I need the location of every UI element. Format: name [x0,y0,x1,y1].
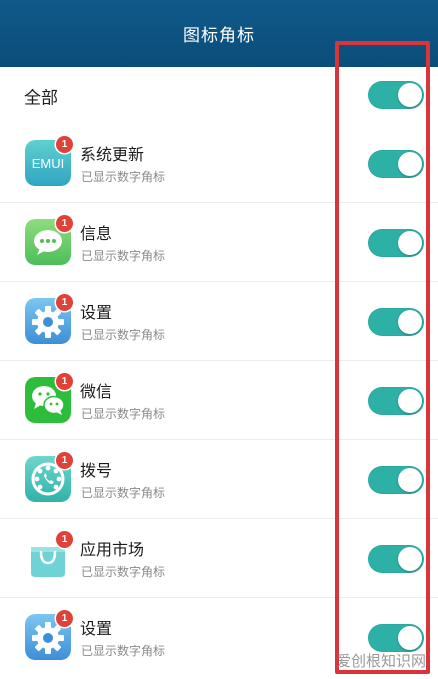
app-row-wechat[interactable]: 1 微信 已显示数字角标 [0,361,438,440]
app-row-app-market[interactable]: 1 应用市场 已显示数字角标 [0,519,438,598]
notification-badge: 1 [56,215,73,232]
toggle-knob [398,389,422,413]
badge-toggle[interactable] [368,545,424,573]
watermark: 爱创根知识网 [335,652,426,670]
notification-badge: 1 [56,373,73,390]
all-apps-toggle[interactable] [368,81,424,109]
app-row-system-update[interactable]: EMUI 1 系统更新 已显示数字角标 [0,124,438,203]
notification-badge: 1 [56,531,73,548]
app-row-dialer[interactable]: 1 拨号 已显示数字角标 [0,440,438,519]
all-apps-row[interactable]: 全部 [0,67,438,125]
badge-toggle[interactable] [368,466,424,494]
title-bar: 图标角标 [0,0,438,67]
svg-text:EMUI: EMUI [32,156,65,171]
toggle-knob [398,626,422,650]
toggle-knob [398,231,422,255]
app-badge-status: 已显示数字角标 [81,407,166,421]
app-badge-status: 已显示数字角标 [81,170,166,184]
app-name: 设置 [80,619,113,638]
notification-badge: 1 [56,136,73,153]
toggle-knob [398,547,422,571]
app-badge-status: 已显示数字角标 [81,328,166,342]
app-name: 拨号 [80,461,113,480]
badge-toggle[interactable] [368,624,424,652]
app-name: 系统更新 [80,145,145,164]
badge-toggle[interactable] [368,387,424,415]
toggle-knob [398,468,422,492]
app-list: EMUI 1 系统更新 已显示数字角标 1 信息 已显示数字角标 1 设置 已显… [0,124,438,678]
notification-badge: 1 [56,294,73,311]
app-row-messages[interactable]: 1 信息 已显示数字角标 [0,203,438,282]
notification-badge: 1 [56,610,73,627]
app-name: 设置 [80,303,113,322]
toggle-knob [398,310,422,334]
toggle-knob [398,152,422,176]
app-name: 微信 [80,382,113,401]
app-badge-status: 已显示数字角标 [81,249,166,263]
toggle-knob [398,83,422,107]
app-row-settings[interactable]: 1 设置 已显示数字角标 [0,282,438,361]
app-badge-status: 已显示数字角标 [81,486,166,500]
app-badge-status: 已显示数字角标 [81,565,166,579]
app-name: 信息 [80,224,113,243]
all-apps-label: 全部 [24,88,58,108]
badge-toggle[interactable] [368,150,424,178]
badge-toggle[interactable] [368,229,424,257]
badge-toggle[interactable] [368,308,424,336]
notification-badge: 1 [56,452,73,469]
page-title: 图标角标 [183,26,255,46]
app-name: 应用市场 [80,540,145,559]
app-badge-status: 已显示数字角标 [81,644,166,658]
